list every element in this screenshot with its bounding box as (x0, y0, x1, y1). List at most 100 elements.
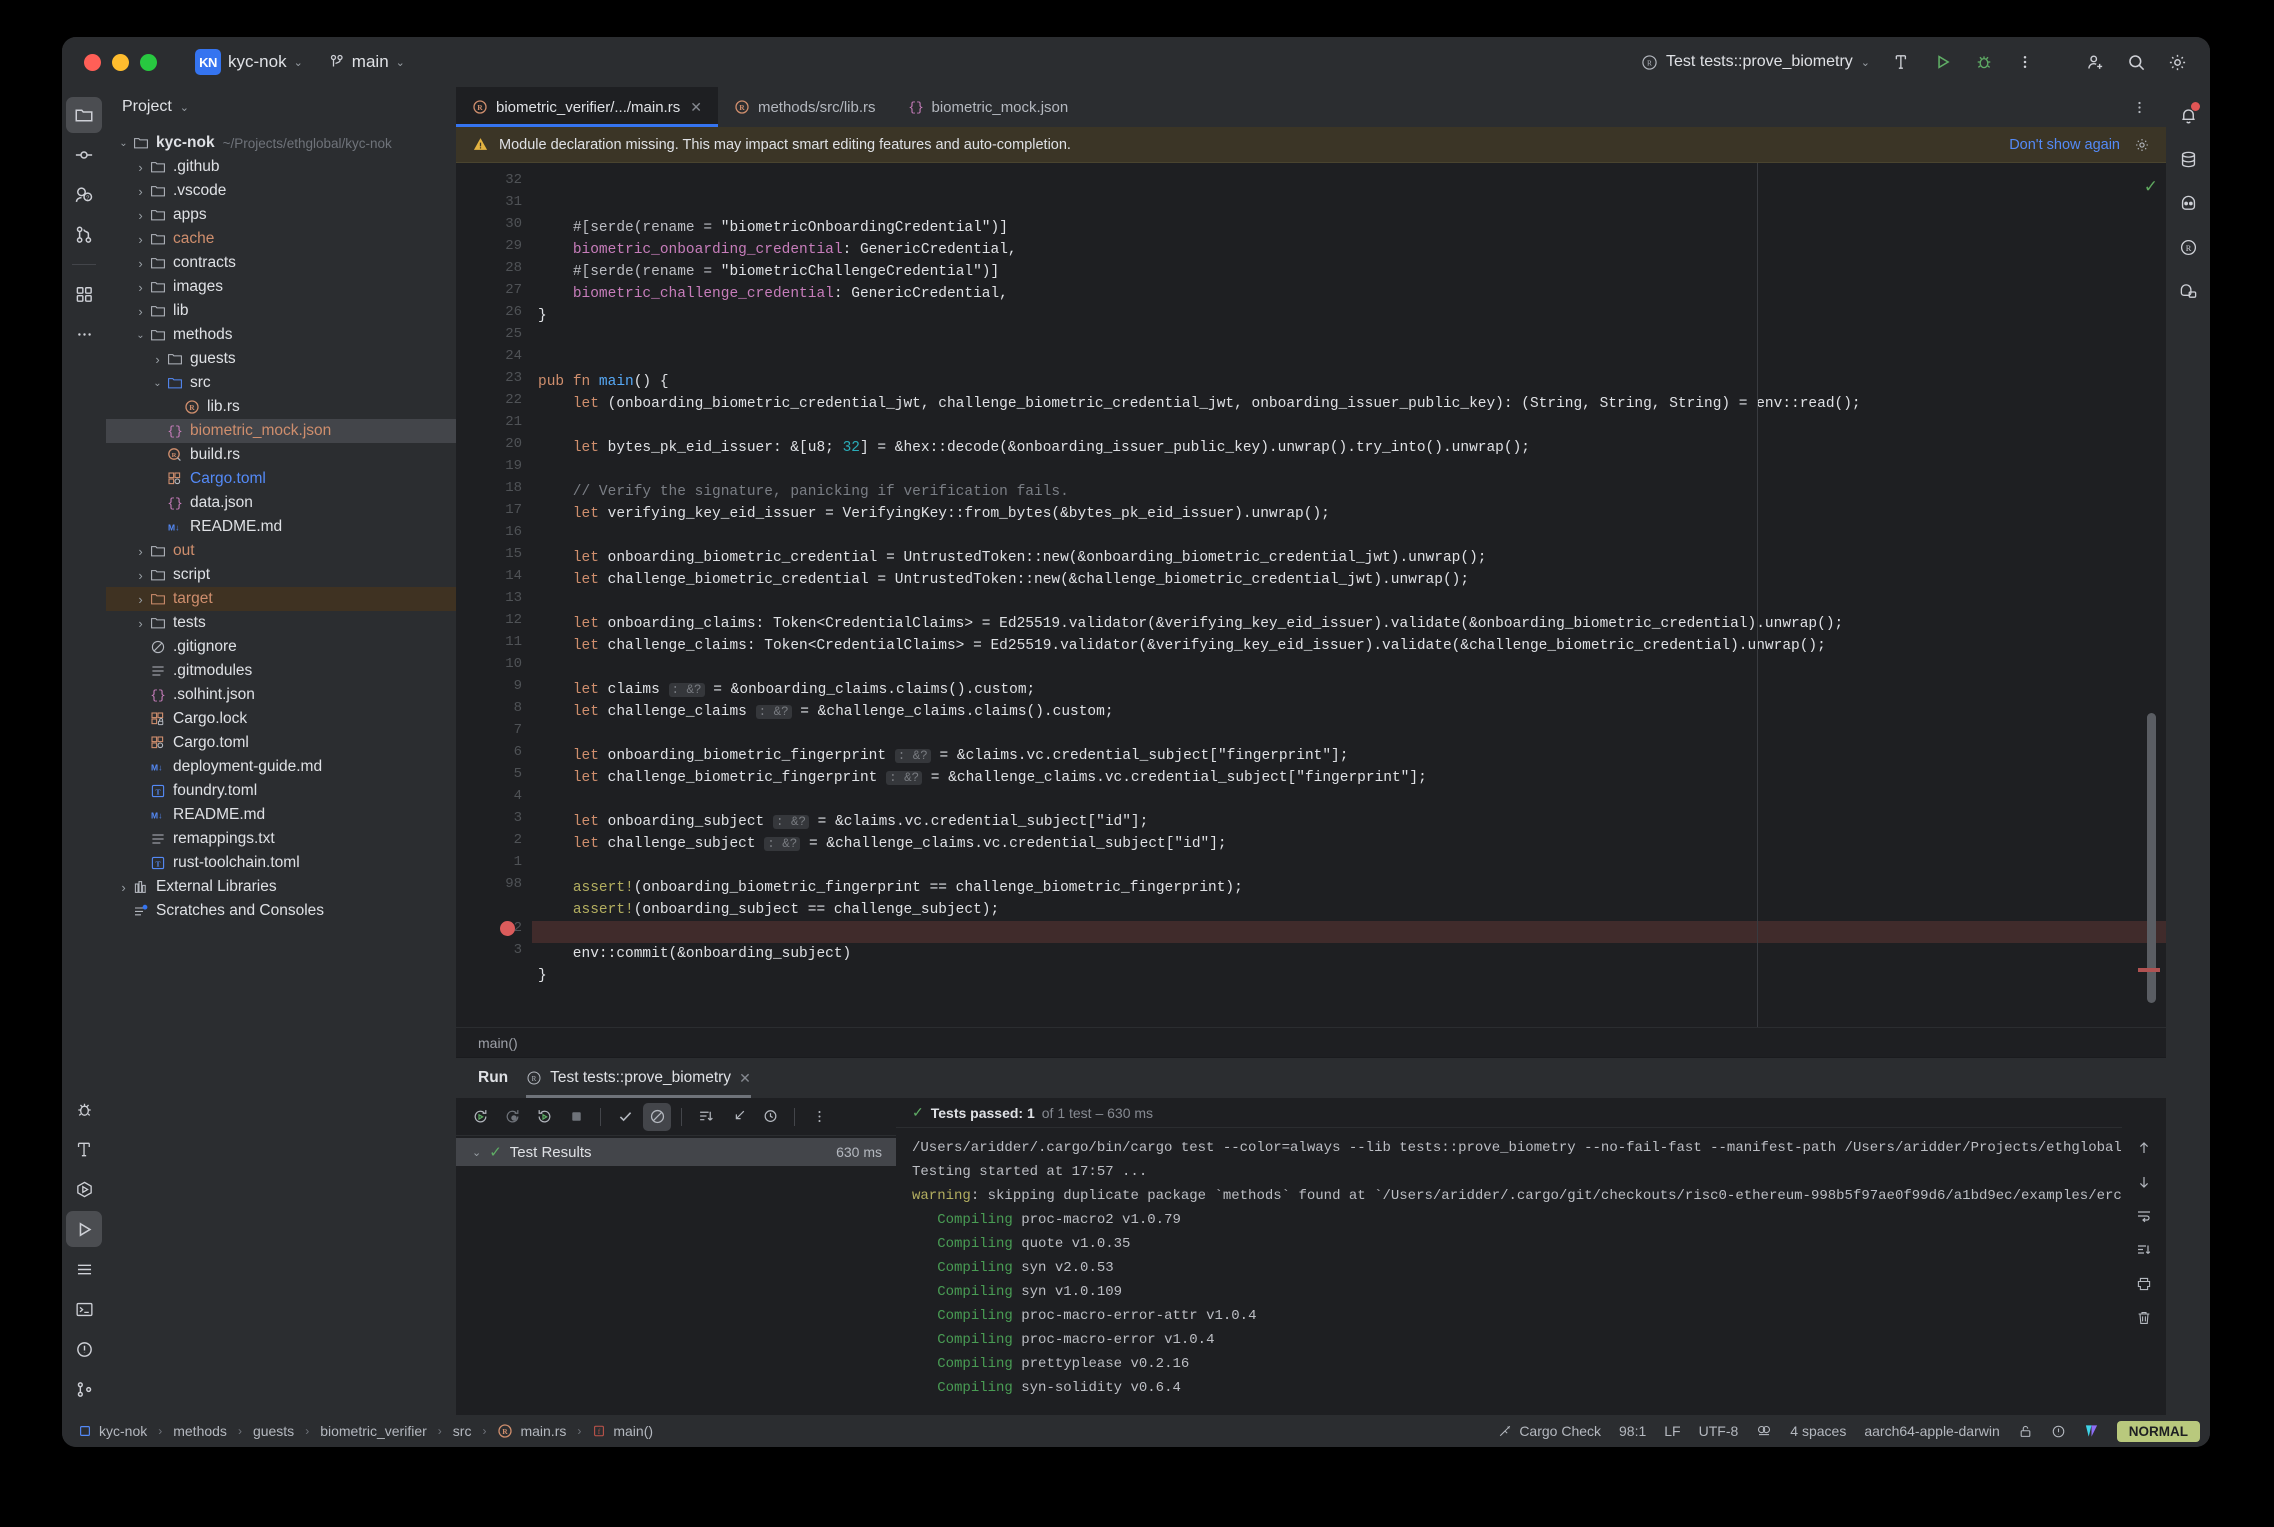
sidebar-item-structure[interactable] (66, 276, 102, 312)
line-number[interactable]: 22 (456, 389, 522, 411)
line-number[interactable] (456, 895, 522, 917)
rust-tool-button[interactable]: R (2170, 229, 2206, 265)
code-line[interactable]: assert!(onboarding_subject == challenge_… (532, 899, 2166, 921)
tree-item-biometric-mock-json[interactable]: {} biometric_mock.json (106, 419, 456, 443)
breadcrumb-item-main-rs[interactable]: Rmain.rs (497, 1423, 566, 1439)
line-number[interactable]: 30 (456, 213, 522, 235)
tree-item-methods[interactable]: ⌄ methods (106, 323, 456, 347)
line-number[interactable]: 14 (456, 565, 522, 587)
line-number[interactable]: 27 (456, 279, 522, 301)
editor-code[interactable]: #[serde(rename = "biometricOnboardingCre… (532, 163, 2166, 1027)
settings-button[interactable] (2160, 45, 2194, 79)
chevron-right-icon[interactable]: › (133, 544, 148, 559)
chevron-right-icon[interactable]: › (150, 352, 165, 367)
sort-by-duration-button[interactable] (692, 1103, 720, 1131)
tree-item-remappings-txt[interactable]: remappings.txt (106, 827, 456, 851)
line-number[interactable]: 25 (456, 323, 522, 345)
breadcrumb-item-methods[interactable]: methods (173, 1423, 227, 1439)
code-line[interactable]: let claims : &? = &onboarding_claims.cla… (532, 679, 2166, 701)
debug-button[interactable] (1967, 45, 2001, 79)
editor-error-marker[interactable] (2138, 968, 2160, 972)
tree-item-target[interactable]: › target (106, 587, 456, 611)
run-console[interactable]: ✓ Tests passed: 1 of 1 test – 630 ms /Us… (896, 1098, 2166, 1415)
code-line[interactable] (532, 591, 2166, 613)
code-editor[interactable]: 32 31 30 29 28 27 26 25 24 23 22 21 20 19 18 17 16 15 14 13… (456, 163, 2166, 1027)
ai-assistant-button[interactable] (2170, 185, 2206, 221)
maximize-window-button[interactable] (140, 53, 157, 71)
code-line[interactable]: #[serde(rename = "biometricChallengeCred… (532, 261, 2166, 283)
code-line[interactable]: pub fn main() { (532, 371, 2166, 393)
notifications-button[interactable] (2170, 97, 2206, 133)
rerun-button[interactable] (466, 1103, 494, 1131)
tree-item-readme-md[interactable]: M↓ README.md (106, 515, 456, 539)
line-number[interactable]: 5 (456, 763, 522, 785)
chevron-down-icon[interactable]: ⌄ (133, 330, 148, 341)
code-line[interactable]: let challenge_biometric_credential = Unt… (532, 569, 2166, 591)
code-line[interactable]: } (532, 305, 2166, 327)
sidebar-item-git-branches[interactable] (66, 217, 102, 253)
line-number[interactable]: 28 (456, 257, 522, 279)
clear-all-button[interactable] (2130, 1304, 2158, 1332)
line-number[interactable]: 9 (456, 675, 522, 697)
tree-item-external-libraries[interactable]: › External Libraries (106, 875, 456, 899)
breadcrumb-item-kyc-nok[interactable]: kyc-nok (78, 1423, 147, 1439)
show-passed-tests-button[interactable] (611, 1103, 639, 1131)
stop-button[interactable] (562, 1103, 590, 1131)
code-line[interactable]: assert!(onboarding_biometric_fingerprint… (532, 877, 2166, 899)
project-tree[interactable]: ⌄ kyc-nok ~/Projects/ethglobal/kyc-nok › .gi… (106, 127, 456, 1415)
sidebar-item-services[interactable] (66, 1171, 102, 1207)
scroll-up-button[interactable] (2130, 1134, 2158, 1162)
test-results-node[interactable]: ⌄ ✓ Test Results 630 ms (456, 1138, 896, 1166)
line-number[interactable]: 16 (456, 521, 522, 543)
chevron-right-icon[interactable]: › (133, 232, 148, 247)
tree-item--github[interactable]: › .github (106, 155, 456, 179)
tree-item-lib[interactable]: › lib (106, 299, 456, 323)
chevron-right-icon[interactable]: › (116, 880, 131, 895)
sidebar-item-terminal[interactable] (66, 1291, 102, 1327)
code-line[interactable]: let verifying_key_eid_issuer = Verifying… (532, 503, 2166, 525)
sidebar-item-debug[interactable] (66, 1091, 102, 1127)
target-toolchain[interactable]: aarch64-apple-darwin (1864, 1423, 1999, 1439)
tree-item-cargo-toml[interactable]: Cargo.toml (106, 467, 456, 491)
tree-item-cache[interactable]: › cache (106, 227, 456, 251)
breadcrumb-item-src[interactable]: src (453, 1423, 472, 1439)
tree-item-cargo-lock[interactable]: Cargo.lock (106, 707, 456, 731)
code-line[interactable] (532, 789, 2166, 811)
tree-item-deployment-guide-md[interactable]: M↓ deployment-guide.md (106, 755, 456, 779)
window-controls[interactable] (84, 53, 157, 71)
scroll-to-end-button[interactable] (2130, 1236, 2158, 1264)
breadcrumb-item-main-[interactable]: f main() (592, 1423, 653, 1439)
readonly-toggle-icon[interactable] (2018, 1424, 2033, 1439)
sidebar-item-more[interactable] (66, 316, 102, 352)
code-line[interactable]: #[serde(rename = "biometricOnboardingCre… (532, 217, 2166, 239)
editor-options-button[interactable] (2122, 90, 2156, 124)
branch-selector[interactable]: main ⌄ (323, 48, 411, 76)
code-line[interactable] (532, 349, 2166, 371)
code-line[interactable] (532, 459, 2166, 481)
line-number[interactable]: 32 (456, 169, 522, 191)
gear-icon[interactable] (2134, 137, 2150, 153)
editor-tab-1[interactable]: Rmethods/src/lib.rs (718, 87, 892, 127)
editor-tab-0[interactable]: Rbiometric_verifier/.../main.rs ✕ (456, 87, 718, 127)
chevron-down-icon[interactable]: ⌄ (472, 1146, 481, 1159)
sidebar-item-build[interactable] (66, 1131, 102, 1167)
tree-item--solhint-json[interactable]: {} .solhint.json (106, 683, 456, 707)
notification-status-icon[interactable] (2051, 1424, 2066, 1439)
tree-item-readme-md[interactable]: M↓ README.md (106, 803, 456, 827)
tree-item-images[interactable]: › images (106, 275, 456, 299)
line-number[interactable]: 1 (456, 851, 522, 873)
line-number[interactable]: 7 (456, 719, 522, 741)
run-configuration-selector[interactable]: R Test tests::prove_biometry ⌄ (1633, 49, 1878, 75)
line-number[interactable]: 26 (456, 301, 522, 323)
code-line[interactable]: env::commit(&onboarding_subject) (532, 943, 2166, 965)
junie-tool-button[interactable] (2170, 273, 2206, 309)
code-line[interactable] (532, 327, 2166, 349)
code-line[interactable] (532, 855, 2166, 877)
tree-item-guests[interactable]: › guests (106, 347, 456, 371)
close-window-button[interactable] (84, 53, 101, 71)
line-number[interactable]: 3 (456, 939, 522, 961)
line-number[interactable]: 29 (456, 235, 522, 257)
sidebar-item-problems[interactable] (66, 1331, 102, 1367)
cargo-check-status[interactable]: Cargo Check (1498, 1423, 1601, 1439)
tree-item-cargo-toml[interactable]: Cargo.toml (106, 731, 456, 755)
